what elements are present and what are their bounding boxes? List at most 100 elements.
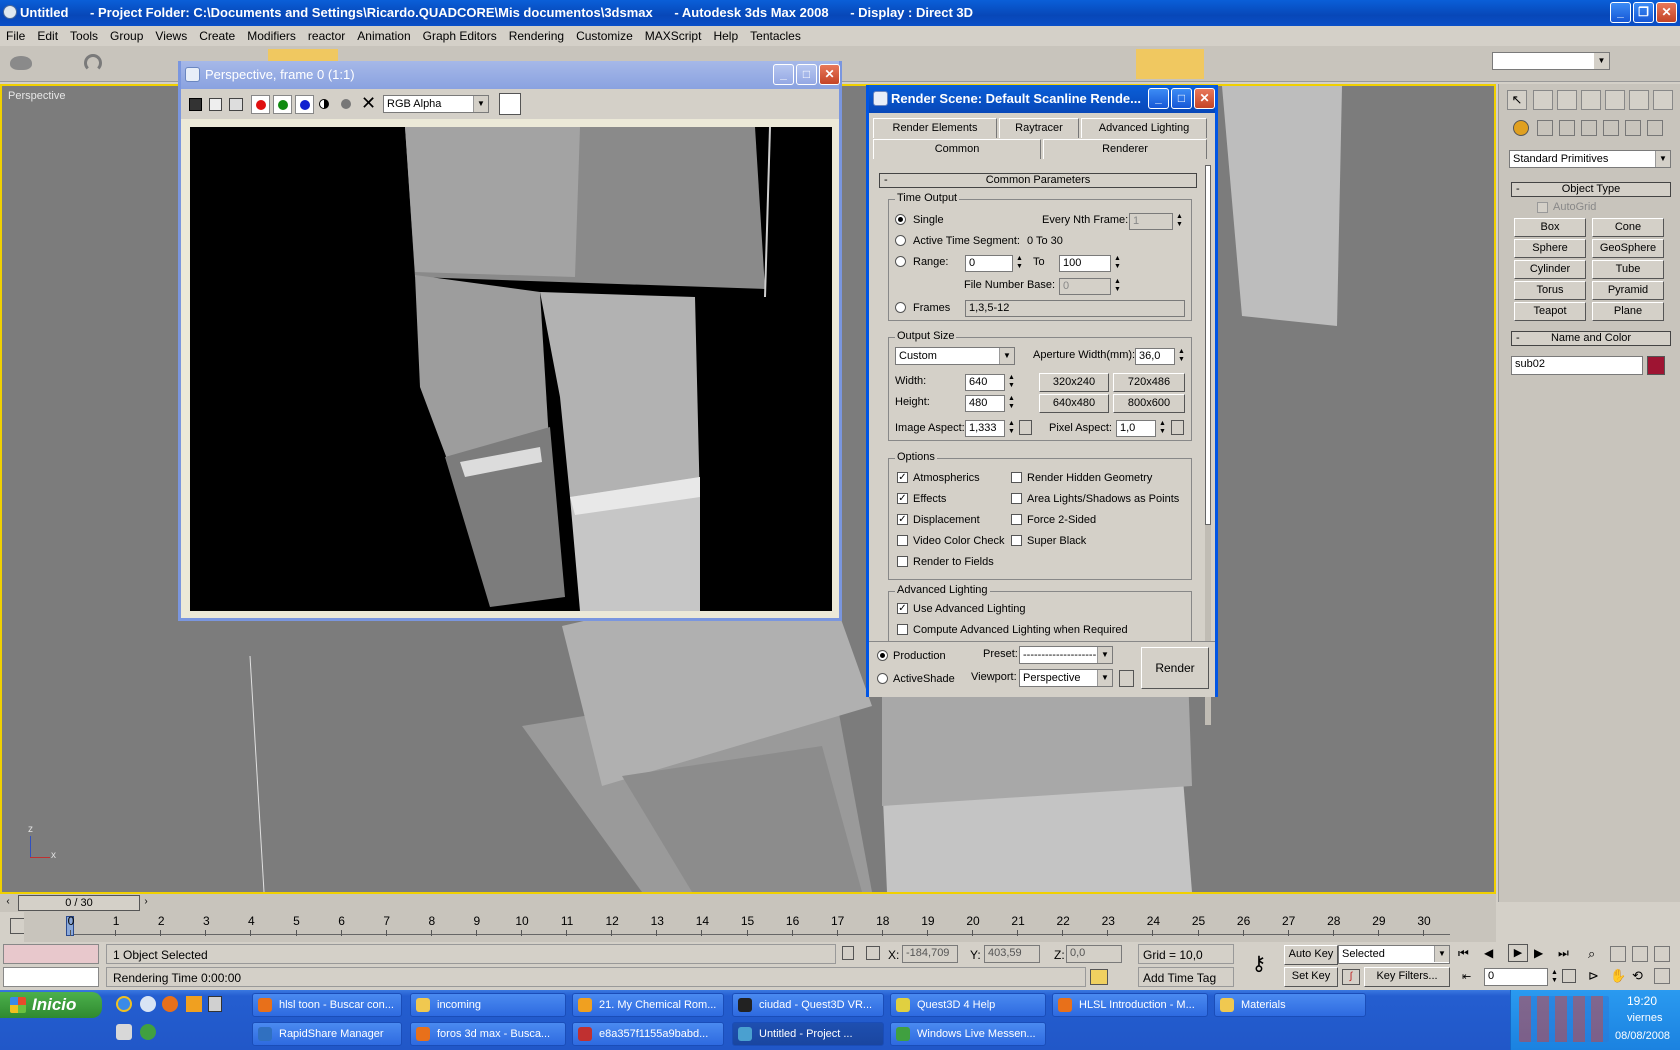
utilities-tab-icon[interactable]	[1653, 90, 1673, 110]
absolute-mode-icon[interactable]	[866, 946, 880, 960]
menu-tools[interactable]: Tools	[64, 26, 104, 43]
zoom-extents-all-icon[interactable]	[1654, 946, 1670, 962]
red-channel-icon[interactable]	[251, 95, 270, 114]
task-materials[interactable]: Materials	[1214, 993, 1366, 1017]
key-mode-toggle-icon[interactable]: ⇤	[1462, 970, 1471, 983]
menu-rendering[interactable]: Rendering	[503, 26, 570, 43]
restore-button[interactable]: ❐	[1633, 2, 1654, 23]
activeshade-radio[interactable]	[877, 673, 888, 684]
every-nth-field[interactable]: 1	[1129, 213, 1173, 230]
menu-reactor[interactable]: reactor	[302, 26, 351, 43]
effects-checkbox[interactable]: ✓	[897, 493, 908, 504]
render-to-fields-checkbox[interactable]	[897, 556, 908, 567]
previous-frame-icon[interactable]: ◀	[1484, 946, 1493, 960]
task-windows-live-messenger[interactable]: Windows Live Messen...	[890, 1022, 1046, 1046]
autogrid-checkbox[interactable]	[1537, 202, 1548, 213]
set-key-button[interactable]: Set Key	[1284, 967, 1338, 987]
atmospherics-checkbox[interactable]: ✓	[897, 472, 908, 483]
zoom-extents-icon[interactable]	[1632, 946, 1648, 962]
maximize-viewport-icon[interactable]	[1654, 968, 1670, 984]
preset-800x600-button[interactable]: 800x600	[1113, 394, 1185, 413]
teapot-button[interactable]: Teapot	[1514, 302, 1586, 321]
frames-field[interactable]: 1,3,5-12	[965, 300, 1185, 317]
quick-launch-settings-icon[interactable]	[140, 996, 156, 1012]
time-tag-icon[interactable]	[1090, 969, 1108, 985]
height-field[interactable]: 480	[965, 395, 1005, 412]
menu-customize[interactable]: Customize	[570, 26, 639, 43]
task-ciudad-quest3d[interactable]: ciudad - Quest3D VR...	[732, 993, 884, 1017]
range-radio[interactable]	[895, 256, 906, 267]
time-slider-handle[interactable]: 0 / 30	[18, 895, 140, 911]
every-nth-spinner[interactable]: ▲ ▼	[1175, 213, 1184, 230]
range-from-field[interactable]: 0	[965, 255, 1013, 272]
quick-launch-winamp-icon[interactable]	[186, 996, 202, 1012]
z-coordinate-field[interactable]: 0,0	[1066, 945, 1122, 963]
menu-create[interactable]: Create	[193, 26, 241, 43]
width-spinner[interactable]: ▲ ▼	[1007, 374, 1016, 391]
clear-icon[interactable]: ✕	[361, 93, 376, 113]
tab-common[interactable]: Common	[873, 139, 1041, 159]
lock-icon[interactable]	[1171, 420, 1184, 435]
super-black-checkbox[interactable]	[1011, 535, 1022, 546]
frame-window-title-bar[interactable]: Perspective, frame 0 (1:1) _ □ ✕	[181, 61, 840, 89]
render-button[interactable]: Render	[1141, 647, 1209, 689]
clone-icon[interactable]	[229, 98, 243, 111]
key-icon[interactable]: ⚷	[1244, 952, 1274, 976]
motion-tab-icon[interactable]	[1605, 90, 1625, 110]
file-number-base-field[interactable]: 0	[1059, 278, 1111, 295]
task-foros-3d-max[interactable]: foros 3d max - Busca...	[410, 1022, 566, 1046]
time-configuration-icon[interactable]	[1562, 969, 1576, 983]
production-radio[interactable]	[877, 650, 888, 661]
helpers-icon[interactable]	[1603, 120, 1619, 136]
task-archive-file[interactable]: e8a357f1155a9babd...	[572, 1022, 724, 1046]
space-warps-icon[interactable]	[1625, 120, 1641, 136]
aperture-field[interactable]: 36,0	[1135, 348, 1175, 365]
green-channel-icon[interactable]	[273, 95, 292, 114]
play-icon[interactable]: ▶	[1508, 944, 1528, 962]
teapot-icon[interactable]	[10, 56, 32, 70]
aperture-spinner[interactable]: ▲ ▼	[1177, 348, 1186, 365]
clock-time[interactable]: 19:20	[1627, 994, 1657, 1008]
tab-advanced-lighting[interactable]: Advanced Lighting	[1081, 118, 1207, 138]
menu-help[interactable]: Help	[707, 26, 744, 43]
file-number-base-spinner[interactable]: ▲ ▼	[1113, 278, 1122, 295]
area-lights-checkbox[interactable]	[1011, 493, 1022, 504]
render-dialog-title-bar[interactable]: Render Scene: Default Scanline Rende... …	[869, 85, 1215, 113]
close-button[interactable]: ✕	[1656, 2, 1677, 23]
go-to-start-icon[interactable]: ⏮	[1458, 946, 1469, 961]
lock-icon[interactable]	[1019, 420, 1032, 435]
pixel-aspect-spinner[interactable]: ▲ ▼	[1158, 420, 1167, 437]
minimize-button[interactable]: _	[1610, 2, 1631, 23]
task-quest3d-help[interactable]: Quest3D 4 Help	[890, 993, 1046, 1017]
next-frame-icon[interactable]: ▶	[1534, 946, 1543, 960]
app-icon[interactable]	[3, 5, 17, 19]
cone-button[interactable]: Cone	[1592, 218, 1664, 237]
task-hlsl-toon[interactable]: hlsl toon - Buscar con...	[252, 993, 402, 1017]
select-icon[interactable]: ↖	[1507, 90, 1527, 110]
add-time-tag-button[interactable]: Add Time Tag	[1138, 967, 1234, 987]
viewport-dropdown[interactable]: Perspective ▼	[1019, 669, 1113, 687]
zoom-icon[interactable]: ⌕	[1588, 946, 1604, 962]
box-button[interactable]: Box	[1514, 218, 1586, 237]
x-coordinate-field[interactable]: -184,709	[902, 945, 958, 963]
render-scene-dialog[interactable]: Render Scene: Default Scanline Rende... …	[866, 85, 1218, 725]
monochrome-icon[interactable]	[341, 99, 351, 109]
lock-icon[interactable]	[1119, 670, 1134, 687]
geosphere-button[interactable]: GeoSphere	[1592, 239, 1664, 258]
default-tangent-icon[interactable]: ∫	[1342, 969, 1360, 985]
tab-render-elements[interactable]: Render Elements	[873, 118, 997, 138]
pyramid-button[interactable]: Pyramid	[1592, 281, 1664, 300]
plane-button[interactable]: Plane	[1592, 302, 1664, 321]
save-icon[interactable]	[189, 98, 202, 111]
range-to-field[interactable]: 100	[1059, 255, 1111, 272]
pan-icon[interactable]: ✋	[1610, 968, 1626, 984]
render-maximize-button[interactable]: □	[1171, 88, 1192, 109]
menu-maxscript[interactable]: MAXScript	[639, 26, 708, 43]
object-name-field[interactable]: sub02	[1511, 356, 1643, 375]
quick-launch-firefox-icon[interactable]	[162, 996, 178, 1012]
width-field[interactable]: 640	[965, 374, 1005, 391]
name-and-color-rollout[interactable]: - Name and Color	[1511, 331, 1671, 346]
render-minimize-button[interactable]: _	[1148, 88, 1169, 109]
task-rapidshare-manager[interactable]: RapidShare Manager	[252, 1022, 402, 1046]
category-dropdown[interactable]: Standard Primitives ▼	[1509, 150, 1671, 168]
